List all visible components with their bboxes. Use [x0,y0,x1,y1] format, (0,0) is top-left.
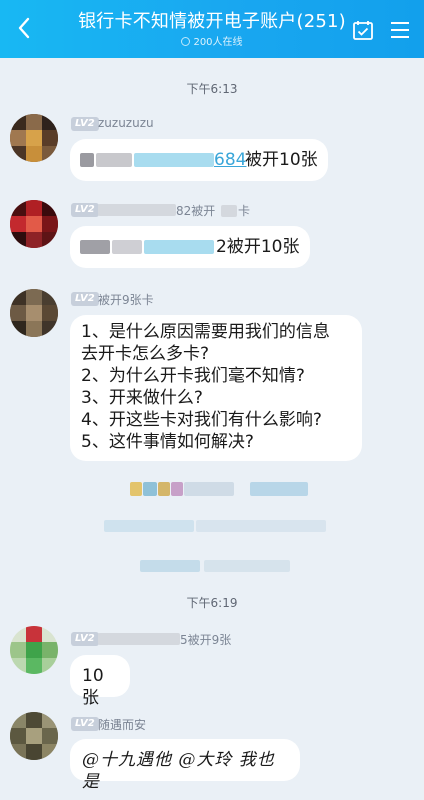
avatar[interactable] [10,626,58,674]
message-text: 10张 [82,666,104,708]
redacted-text [80,240,110,254]
timestamp: 下午6:19 [186,596,238,610]
menu-icon [391,22,409,38]
message-bubble[interactable]: 2被开10张 [70,226,310,268]
message-bubble[interactable]: 684 被开10张 [70,139,328,181]
message-line: 1、是什么原因需要用我们的信息 [81,322,330,342]
redacted-name [98,204,176,216]
chat-screen: 银行卡不知情被开电子账户(251) 200人在线 下午6:13 LV2 zuzu… [0,0,424,800]
avatar[interactable] [10,289,58,337]
message-line: 去开卡怎么多卡? [81,344,210,364]
level-badge: LV2 [71,632,99,646]
message-text: @十九遇他 @大玲 我也是 [82,750,275,792]
redacted-link [144,240,214,254]
message-line: 4、开这些卡对我们有什么影响? [81,410,322,430]
calendar-button[interactable] [351,18,375,42]
redacted-text [196,520,326,532]
account-link-tail[interactable]: 684 [214,149,246,171]
online-dot-icon [181,37,191,46]
redacted-text [112,240,142,254]
avatar[interactable] [10,712,58,760]
sender-name-tail: 82被开 [176,204,216,218]
redacted-text [158,482,170,496]
message-bubble[interactable]: 10张 [70,655,130,708]
level-badge: LV2 [71,717,99,731]
sender-name-tail: 卡 [238,204,251,218]
redacted-text [143,482,157,496]
message-text: 被开10张 [245,150,318,170]
redacted-text [250,482,308,496]
sender-name-tail: 5被开9张 [180,633,232,647]
redacted-link [134,153,214,167]
redacted-text [171,482,183,496]
sender-name: 随遇而安 [98,718,147,732]
redacted-text [80,153,94,167]
level-badge: LV2 [71,292,99,306]
sender-name: 被开9张卡 [98,293,154,307]
redacted-text [104,520,194,532]
redacted-text [140,560,200,572]
redacted-text [184,482,234,496]
avatar[interactable] [10,200,58,248]
calendar-check-icon [353,21,373,40]
level-badge: LV2 [71,117,99,131]
sender-name: zuzuzuzu [98,116,154,130]
redacted-name [98,633,180,645]
level-badge: LV2 [71,203,99,217]
message-bubble[interactable]: 1、是什么原因需要用我们的信息 去开卡怎么多卡? 2、为什么开卡我们毫不知情? … [70,315,362,461]
message-line: 3、开来做什么? [81,388,203,408]
message-line: 2、为什么开卡我们毫不知情? [81,366,305,386]
redacted-text [130,482,142,496]
redacted-text [204,560,290,572]
message-line: 5、这件事情如何解决? [81,432,254,452]
avatar[interactable] [10,114,58,162]
message-text: 2被开10张 [216,237,300,257]
redacted-text [96,153,132,167]
timestamp: 下午6:13 [186,82,238,96]
online-count-text: 200人在线 [193,37,243,48]
redacted-name [221,205,237,217]
message-bubble[interactable]: @十九遇他 @大玲 我也是 [70,739,300,792]
chat-header: 银行卡不知情被开电子账户(251) 200人在线 [0,0,424,58]
menu-button[interactable] [388,18,412,42]
